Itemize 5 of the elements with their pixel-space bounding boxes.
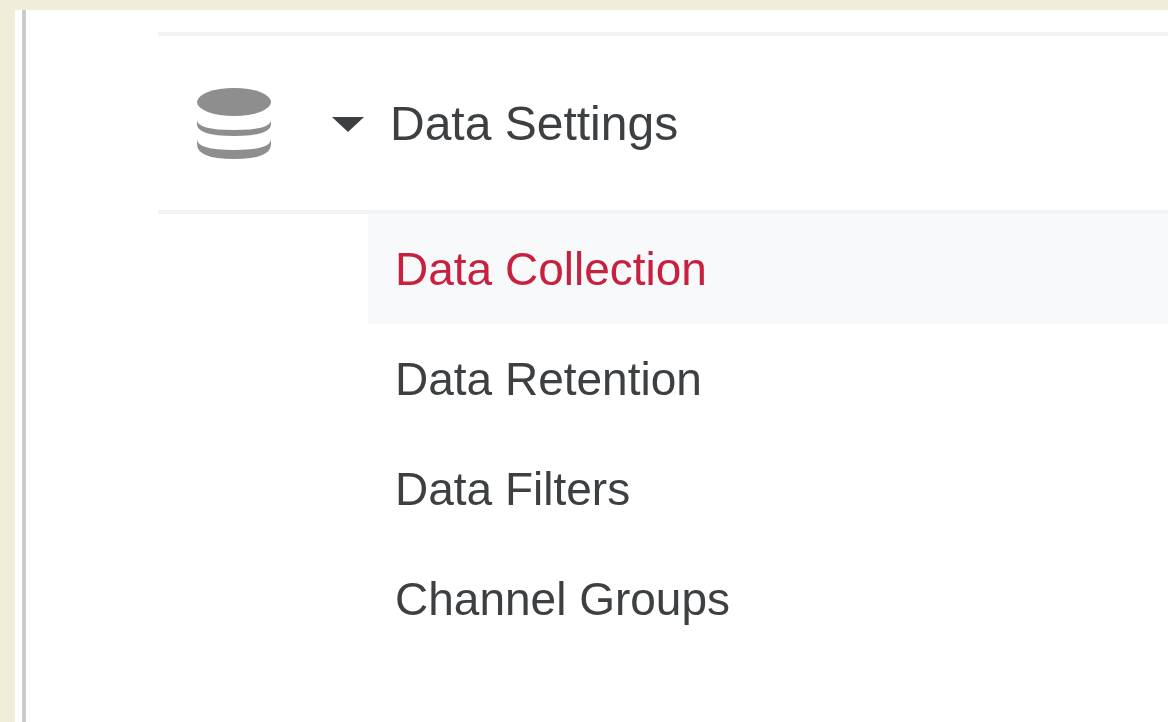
menu-item[interactable]: Data Retention [368,324,1168,434]
menu-item[interactable]: Channel Groups [368,544,1168,654]
section-title[interactable]: Data Settings [390,95,679,151]
menu-item[interactable]: Data Collection [368,214,1168,324]
menu-item[interactable]: Data Filters [368,434,1168,544]
